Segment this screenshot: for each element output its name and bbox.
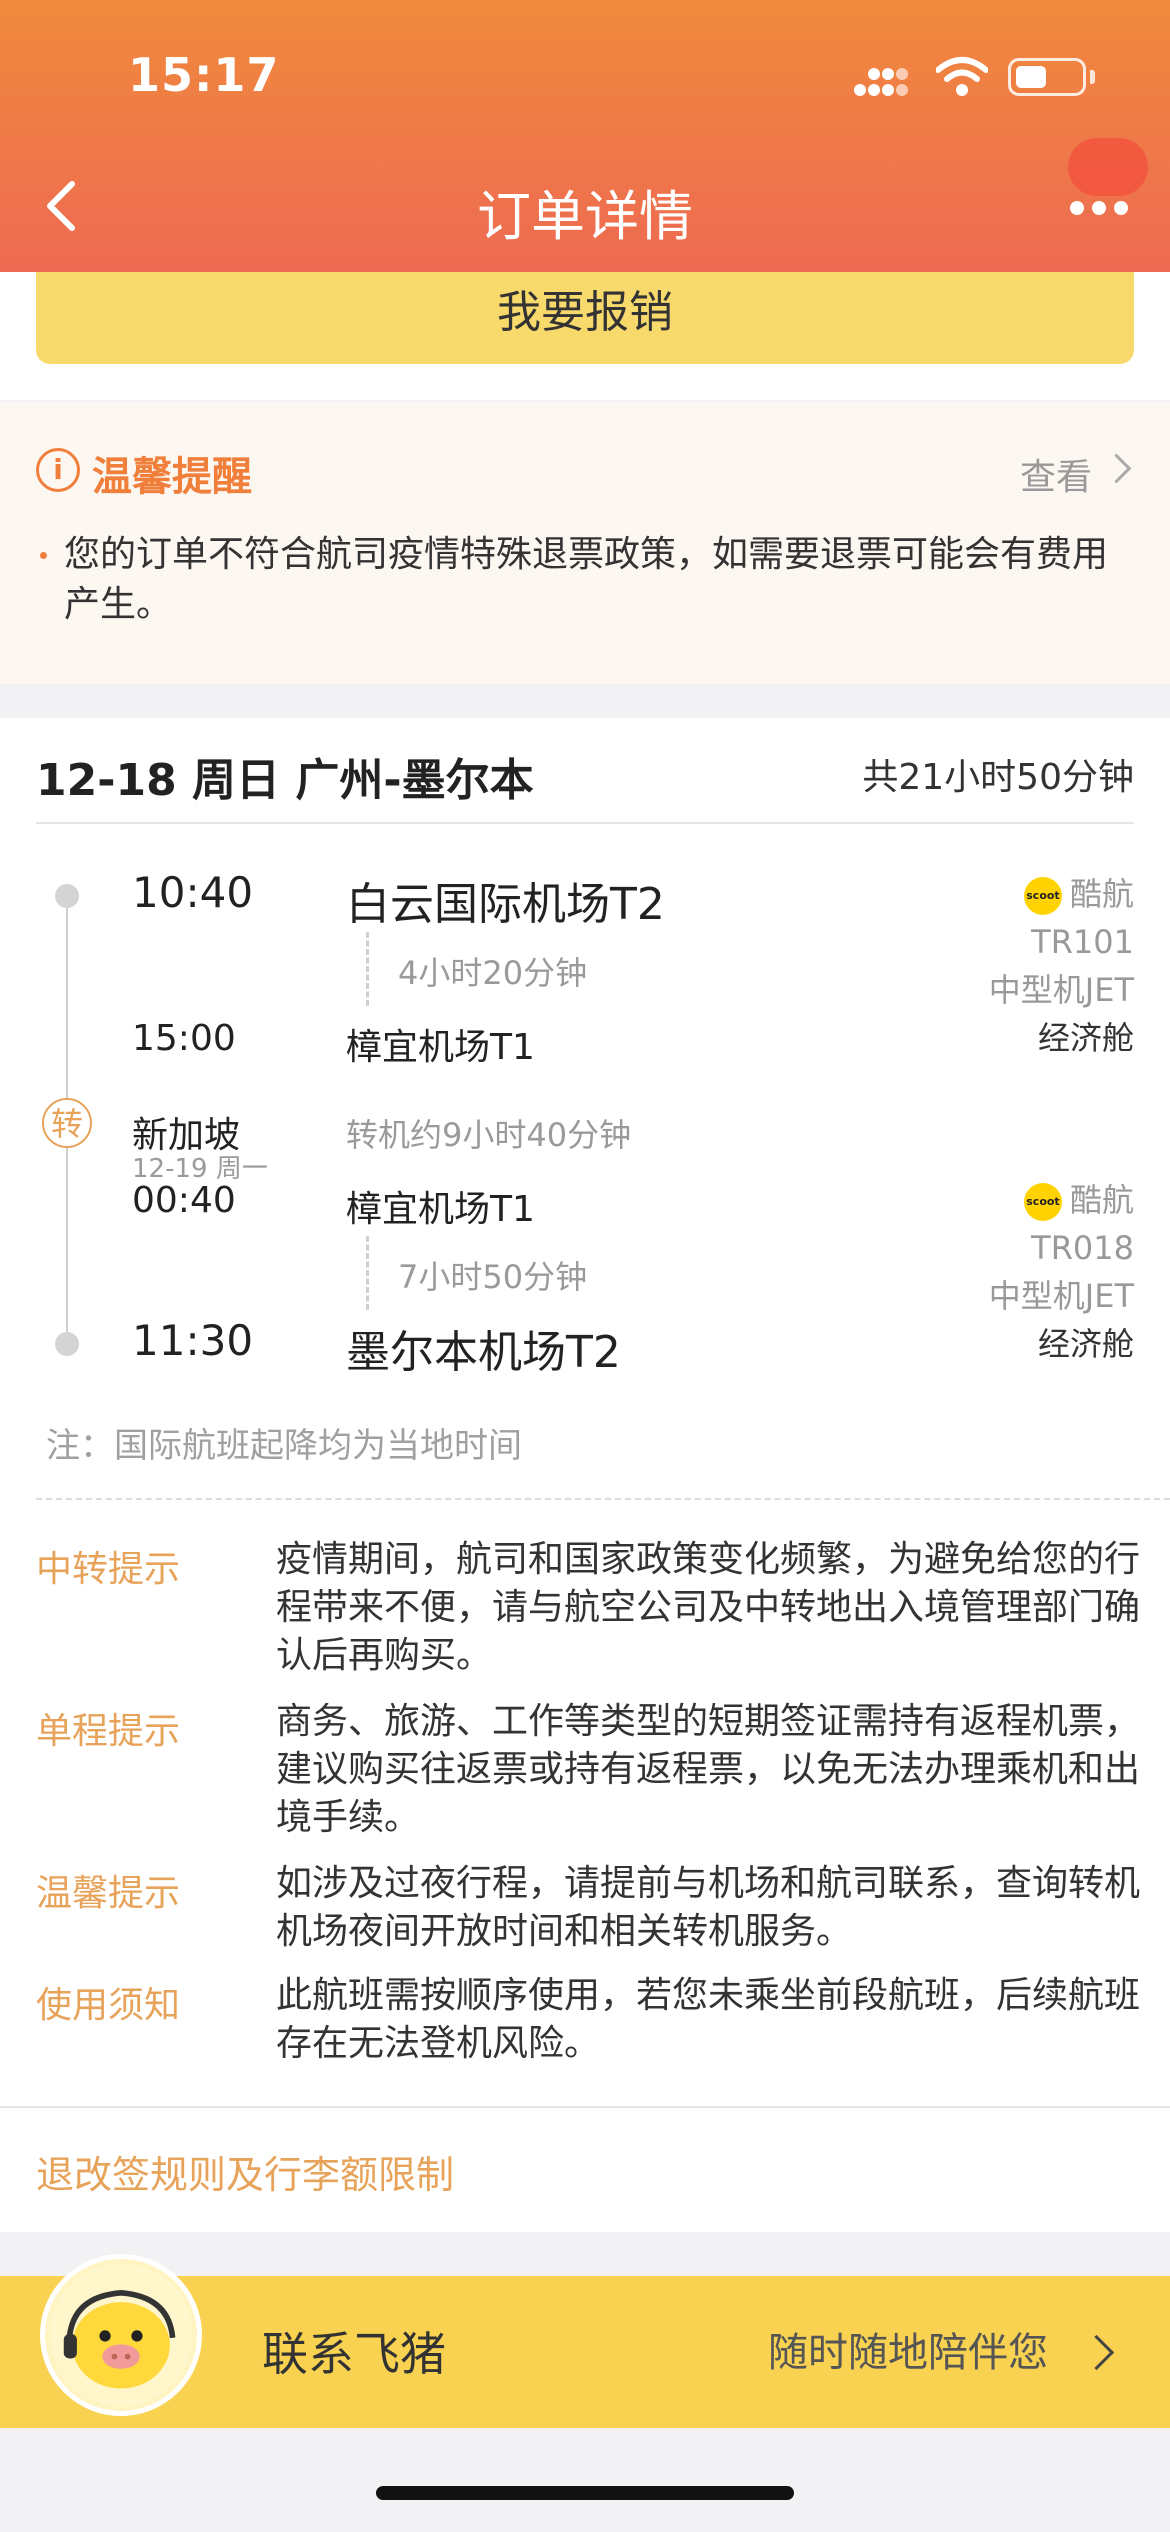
tip-text-transfer: 疫情期间，航司和国家政策变化频繁，为避免给您的行程带来不便，请与航空公司及中转地… <box>276 1539 1141 1676</box>
warm-tip-title: 温馨提醒 <box>92 454 252 500</box>
route-title: 12-18 周日 广州-墨尔本 <box>36 755 534 806</box>
refund-baggage-rules-link[interactable]: 退改签规则及行李额限制 <box>36 2144 454 2199</box>
seg2-dash <box>366 1236 369 1310</box>
page-title: 订单详情 <box>477 185 693 248</box>
seg1-airline: 酷航 <box>1069 875 1134 913</box>
tip-text-oneway: 商务、旅游、工作等类型的短期签证需持有返程机票，建议购买往返票或持有返程票，以免… <box>276 1701 1141 1838</box>
seg1-flight-no: TR101 <box>1031 923 1134 961</box>
warm-tip-text: 您的订单不符合航司疫情特殊退票政策，如需要退票可能会有费用产生。 <box>64 534 1109 625</box>
departure-dot <box>55 884 79 908</box>
local-time-note: 注：国际航班起降均为当地时间 <box>46 1426 522 1466</box>
seg1-arr-airport: 樟宜机场T1 <box>346 1027 535 1068</box>
seg2-dep-time: 00:40 <box>132 1180 236 1221</box>
seg1-cabin: 经济舱 <box>1037 1019 1134 1057</box>
seg2-arr-airport: 墨尔本机场T2 <box>346 1327 621 1378</box>
seg2-dep-airport: 樟宜机场T1 <box>346 1189 535 1230</box>
seg1-dep-time: 10:40 <box>132 868 254 917</box>
fliggy-mascot-avatar <box>40 2254 202 2416</box>
arrival-dot <box>55 1332 79 1356</box>
tip-label-transfer: 中转提示 <box>36 1549 181 1590</box>
scoot-logo-icon: scoot <box>1023 877 1062 915</box>
warm-tip-view-link[interactable]: 查看 <box>1020 448 1092 500</box>
seg2-arr-time: 11:30 <box>132 1316 254 1365</box>
seg1-dep-airport: 白云国际机场T2 <box>346 879 665 930</box>
seg2-aircraft: 中型机JET <box>988 1277 1134 1315</box>
reimburse-button[interactable]: 我要报销 <box>36 272 1134 364</box>
more-menu-icon[interactable] <box>1070 200 1140 220</box>
seg2-airline-info: scoot 酷航 TR018 中型机JET 经济舱 <box>989 1176 1134 1368</box>
seg2-flight-no: TR018 <box>1031 1229 1134 1267</box>
total-duration: 共21小时50分钟 <box>862 757 1134 798</box>
wifi-icon <box>936 57 988 96</box>
seg1-duration: 4小时20分钟 <box>398 954 588 992</box>
bullet-dot <box>40 552 47 559</box>
tip-label-usage: 使用须知 <box>36 1985 181 2026</box>
transfer-icon: 转 <box>42 1098 92 1148</box>
battery-icon <box>1008 58 1086 96</box>
battery-nub <box>1090 70 1095 84</box>
message-bubble <box>1068 138 1148 196</box>
seg2-duration: 7小时50分钟 <box>398 1258 588 1296</box>
tip-text-warm: 如涉及过夜行程，请提前与机场和航司联系，查询转机机场夜间开放时间和相关转机服务。 <box>276 1863 1141 1952</box>
transfer-duration: 转机约9小时40分钟 <box>346 1116 632 1154</box>
cellular-signal-icon <box>854 68 908 96</box>
tip-label-warm: 温馨提示 <box>36 1873 181 1914</box>
seg1-aircraft: 中型机JET <box>988 971 1134 1009</box>
seg1-dash <box>366 932 369 1006</box>
tip-text-usage: 此航班需按顺序使用，若您未乘坐前段航班，后续航班存在无法登机风险。 <box>276 1975 1141 2064</box>
dashed-divider <box>36 1498 1170 1500</box>
contact-title: 联系飞猪 <box>262 2327 446 2381</box>
contact-subtitle: 随时随地陪伴您 <box>768 2330 1048 2376</box>
home-indicator[interactable] <box>376 2486 794 2500</box>
seg1-airline-info: scoot 酷航 TR101 中型机JET 经济舱 <box>989 870 1134 1062</box>
info-icon: i <box>36 448 80 492</box>
divider <box>36 822 1134 824</box>
seg2-airline: 酷航 <box>1069 1181 1134 1219</box>
seg1-arr-time: 15:00 <box>132 1018 236 1059</box>
scoot-logo-icon: scoot <box>1023 1183 1062 1221</box>
tip-label-oneway: 单程提示 <box>36 1711 181 1752</box>
status-time: 15:17 <box>128 48 280 102</box>
seg2-cabin: 经济舱 <box>1037 1325 1134 1363</box>
